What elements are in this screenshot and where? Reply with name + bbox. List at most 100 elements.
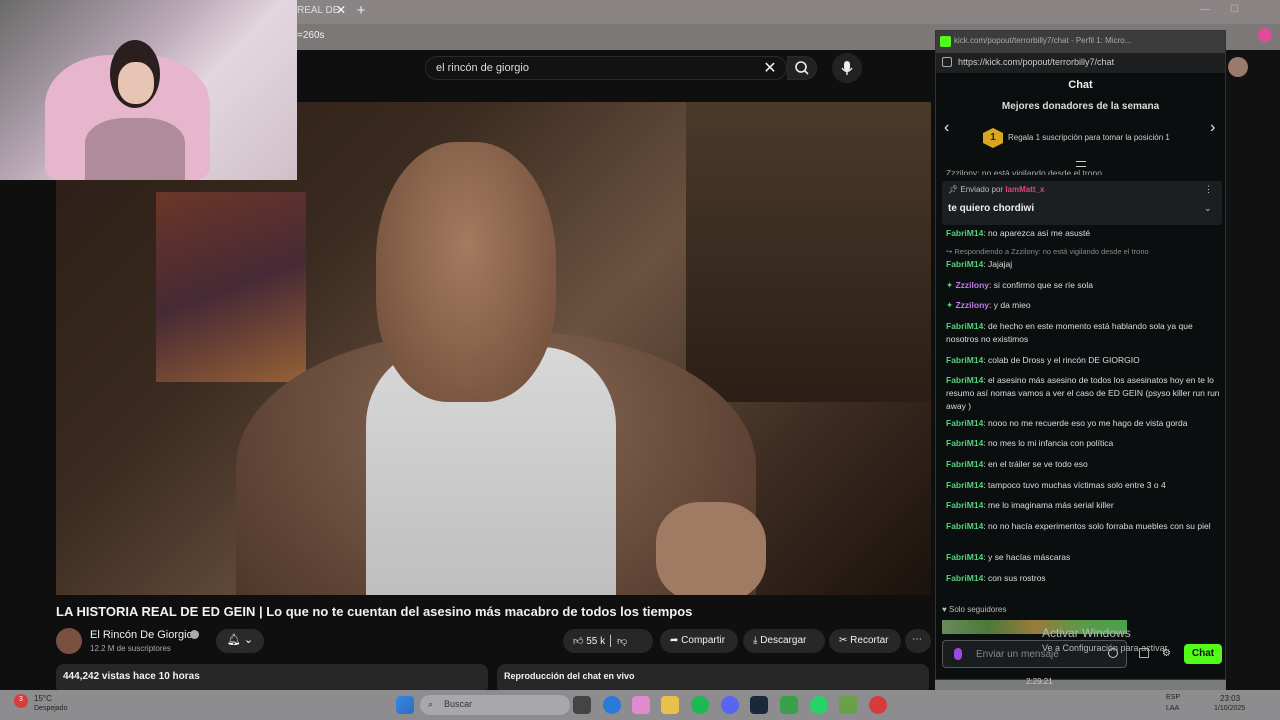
- chat-message: FabriM14: con sus rostros: [946, 572, 1221, 585]
- prev-arrow-icon[interactable]: ‹: [944, 119, 949, 137]
- channel-name[interactable]: El Rincón De Giorgio: [90, 629, 193, 641]
- edge-icon[interactable]: [603, 696, 621, 714]
- video-poster: [156, 192, 306, 382]
- chat-username[interactable]: FabriM14: [946, 321, 983, 331]
- like-button[interactable]: 👍︎ 55 k │ 👎︎: [563, 629, 653, 653]
- chat-username[interactable]: Zzzilony: [955, 300, 989, 310]
- profile-avatar[interactable]: [1228, 57, 1248, 77]
- donors-cta[interactable]: Regala 1 suscripción para tomar la posic…: [1008, 133, 1170, 142]
- chat-message: FabriM14: y se hacías máscaras: [946, 551, 1221, 564]
- chat-message: FabriM14: tampoco tuvo muchas víctimas s…: [946, 479, 1221, 492]
- whatsapp-icon[interactable]: [810, 696, 828, 714]
- chat-text: : si confirmo que se ríe sola: [989, 280, 1093, 290]
- notification-bell-button[interactable]: 🔔︎ ⌄: [216, 629, 264, 653]
- chat-username[interactable]: FabriM14: [946, 480, 983, 490]
- pinned-text: te quiero chordiwi: [948, 203, 1035, 214]
- kick-logo-icon: [940, 36, 951, 47]
- channel-avatar[interactable]: [56, 628, 82, 654]
- steam-icon[interactable]: [750, 696, 768, 714]
- clock-date: 1/10/2025: [1214, 705, 1246, 712]
- expand-chevron-icon[interactable]: ⌄: [1204, 203, 1212, 214]
- chat-username[interactable]: FabriM14: [946, 459, 983, 469]
- partial-message: Zzzilony: no está vigilando desde el tro…: [946, 168, 1102, 175]
- chrome-icon[interactable]: [869, 696, 887, 714]
- chat-text: : no aparezca así me asusté: [983, 228, 1091, 238]
- chat-header: Chat: [1068, 79, 1093, 91]
- tab-close-icon[interactable]: ✕: [334, 3, 348, 19]
- spotify-icon[interactable]: [691, 696, 709, 714]
- new-tab-button[interactable]: +: [353, 2, 369, 20]
- mic-icon[interactable]: [954, 648, 962, 660]
- weather-desc: Despejado: [34, 705, 68, 712]
- chat-username[interactable]: FabriM14: [946, 438, 983, 448]
- chat-message: FabriM14: en el tráiler se ve todo eso: [946, 458, 1221, 471]
- download-icon: ⤓: [753, 635, 758, 646]
- minimize-icon[interactable]: —: [1200, 4, 1210, 15]
- download-label: Descargar: [760, 635, 807, 646]
- language-layout: LAA: [1166, 705, 1180, 712]
- chat-username[interactable]: FabriM14: [946, 573, 983, 583]
- chat-username[interactable]: FabriM14: [946, 375, 983, 385]
- lock-icon: [942, 57, 952, 67]
- clear-search-icon[interactable]: ✕: [762, 58, 778, 78]
- chat-username[interactable]: FabriM14: [946, 259, 983, 269]
- language-code[interactable]: ESP: [1166, 694, 1180, 701]
- chat-text: : con sus rostros: [983, 573, 1046, 583]
- microphone-icon: [841, 61, 853, 75]
- search-input[interactable]: el rincón de giorgio: [425, 56, 787, 80]
- task-view-icon[interactable]: [573, 696, 591, 714]
- chat-username[interactable]: FabriM14: [946, 552, 983, 562]
- webcam-overlay: [0, 0, 297, 180]
- chat-username[interactable]: FabriM14: [946, 500, 983, 510]
- send-chat-button[interactable]: Chat: [1184, 644, 1222, 664]
- taskbar-search-icon: ⌕: [428, 699, 434, 709]
- taskbar-search[interactable]: Buscar: [420, 695, 570, 715]
- popout-window-title: kick.com/popout/terrorbilly7/chat - Perf…: [936, 31, 1225, 53]
- chat-username[interactable]: Zzzilony: [955, 280, 989, 290]
- chat-username[interactable]: FabriM14: [946, 418, 983, 428]
- video-title: LA HISTORIA REAL DE ED GEIN | Lo que no …: [56, 604, 693, 619]
- chat-text: : tampoco tuvo muchas víctimas solo entr…: [983, 480, 1166, 490]
- url-fragment[interactable]: =260s: [297, 30, 325, 41]
- share-button[interactable]: ➦ Compartir: [660, 629, 738, 653]
- chat-username[interactable]: FabriM14: [946, 521, 983, 531]
- chat-message: FabriM14: colab de Dross y el rincón DE …: [946, 354, 1221, 367]
- clip-label: Recortar: [850, 635, 889, 646]
- bell-icon: 🔔︎ ⌄: [226, 634, 254, 646]
- start-windows-icon[interactable]: [396, 696, 414, 714]
- voice-search-button[interactable]: [832, 53, 862, 83]
- webcam-face: [118, 62, 154, 104]
- tab-title[interactable]: REAL DE ED: [297, 5, 339, 19]
- more-actions-icon[interactable]: ⋯: [905, 629, 931, 653]
- share-label: Compartir: [681, 635, 726, 646]
- chat-message: FabriM14: no mes lo mi infancia con polí…: [946, 437, 1221, 450]
- clock-time[interactable]: 23:03: [1220, 694, 1240, 703]
- webcam-body: [85, 118, 185, 180]
- copilot-icon[interactable]: [1258, 28, 1272, 42]
- app-icon[interactable]: [839, 696, 857, 714]
- chat-message: FabriM14: no aparezca así me asusté: [946, 227, 1221, 240]
- next-arrow-icon[interactable]: ›: [1210, 119, 1215, 137]
- like-count: 55 k: [586, 636, 606, 647]
- weather-temp[interactable]: 15°C: [34, 694, 52, 703]
- heart-icon: ♥: [942, 605, 947, 614]
- chat-username[interactable]: FabriM14: [946, 355, 983, 365]
- chat-text: : me lo imaginama más serial killer: [983, 500, 1114, 510]
- file-explorer-icon[interactable]: [661, 696, 679, 714]
- maximize-icon[interactable]: ☐: [1230, 4, 1239, 15]
- search-button[interactable]: [787, 56, 817, 80]
- chat-username[interactable]: FabriM14: [946, 228, 983, 238]
- discord-icon[interactable]: [721, 696, 739, 714]
- clip-button[interactable]: ✂ Recortar: [829, 629, 901, 653]
- thumbs-down-icon: 👎︎: [616, 636, 628, 647]
- pinned-user[interactable]: IamMatt_x: [1005, 185, 1044, 194]
- browser-sidebar: [1226, 50, 1280, 690]
- activation-watermark-sub: Ve a Configuración para activar: [1042, 643, 1168, 653]
- copilot-taskbar-icon[interactable]: [632, 696, 650, 714]
- reply-reference: ↪ Respondiendo a Zzzilony: no está vigil…: [946, 247, 1149, 256]
- more-options-icon[interactable]: ⋮: [1204, 184, 1213, 195]
- scissors-icon: ✂: [839, 635, 848, 646]
- download-button[interactable]: ⤓ Descargar: [743, 629, 825, 653]
- game-launcher-icon[interactable]: [780, 696, 798, 714]
- chat-text: : el asesino más asesino de todos los as…: [946, 375, 1220, 411]
